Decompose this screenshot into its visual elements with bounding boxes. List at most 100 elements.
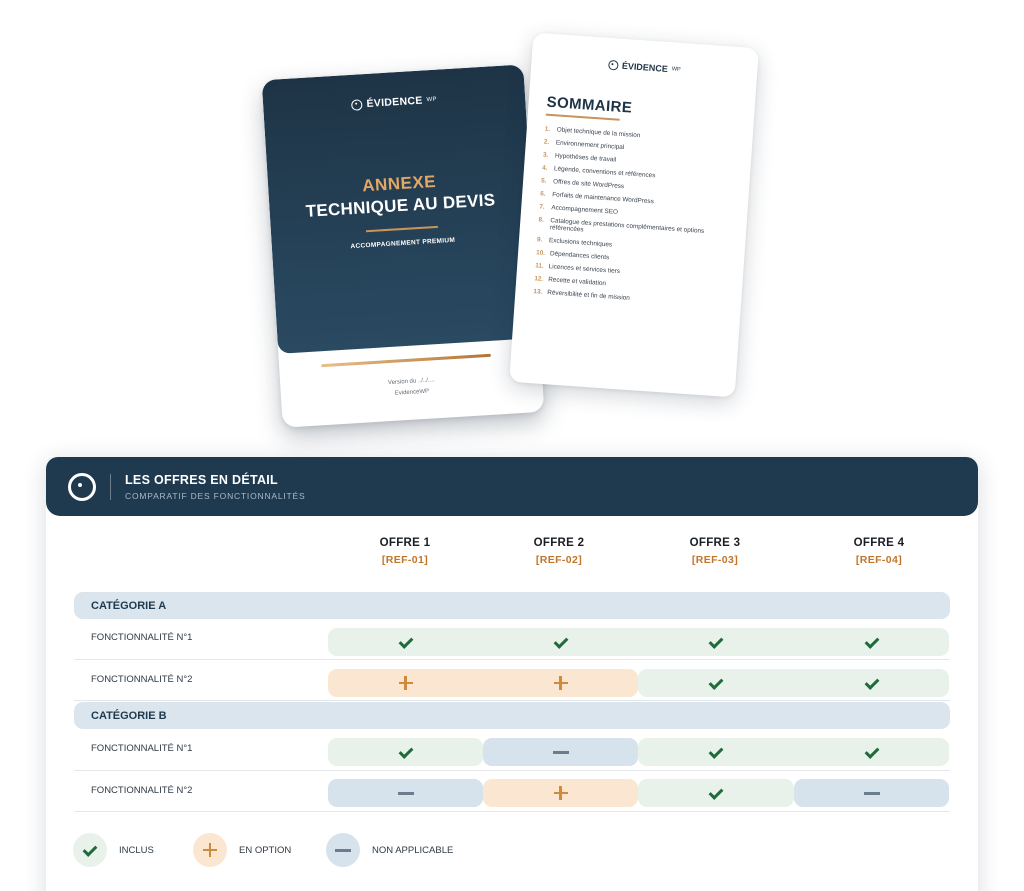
offer-header-3: OFFRE 3 [REF-03] [640,537,790,566]
feature-cell-included [794,738,949,766]
cover-logo-text: ÉVIDENCE [366,94,423,110]
summary-item-number: 7. [539,203,545,211]
check-icon [708,744,724,760]
panel-header: LES OFFRES EN DÉTAIL COMPARATIF DES FONC… [46,457,978,516]
category-label: CATÉGORIE B [91,710,167,722]
category-row-a: CATÉGORIE A [74,592,950,619]
feature-label: FONCTIONNALITÉ N°2 [91,674,193,685]
offer-ref: [REF-02] [535,554,583,566]
check-icon [864,675,880,691]
summary-item-number: 1. [544,125,551,133]
summary-item-number: 11. [534,262,544,271]
brand-logo-icon [68,473,96,501]
check-icon [708,785,724,801]
feature-cell-option [483,779,638,807]
offer-name: OFFRE 3 [689,537,741,549]
summary-logo-text: ÉVIDENCE [621,60,669,74]
category-label: CATÉGORIE A [91,600,167,612]
offer-ref: [REF-03] [691,554,739,566]
summary-item-number: 4. [541,164,548,172]
offer-name: OFFRE 4 [853,537,905,549]
legend-not-applicable: NON APPLICABLE [326,833,453,867]
offers-comparison-panel: LES OFFRES EN DÉTAIL COMPARATIF DES FONC… [46,457,978,891]
summary-item-number: 8. [538,216,545,224]
summary-item-number: 6. [540,190,546,198]
header-separator [110,474,111,500]
feature-cell-na [328,779,483,807]
offer-header-1: OFFRE 1 [REF-01] [330,537,480,566]
offer-name: OFFRE 2 [533,537,585,549]
check-icon [864,744,880,760]
category-row-b: CATÉGORIE B [74,702,950,729]
check-icon [708,675,724,691]
legend-label: EN OPTION [239,844,292,856]
cover-document-card: ÉVIDENCE WP ANNEXE TECHNIQUE AU DEVIS ACC… [261,64,545,428]
plus-icon [398,675,414,691]
cover-subtitle: ACCOMPAGNEMENT PREMIUM [350,236,456,251]
summary-item-text: Objet technique de la mission [556,126,641,140]
summary-item-number: 2. [543,138,550,146]
summary-item-text: Environnement principal [555,139,625,152]
summary-item-text: Hypothèses de travail [554,152,617,164]
cover-logo: ÉVIDENCE WP [263,88,525,116]
feature-cell-included [328,628,483,656]
summary-item-text: Licences et services tiers [548,263,621,276]
feature-cell-option [483,669,638,697]
minus-icon [863,785,880,801]
legend-included: INCLUS [73,833,154,867]
feature-cell-included [638,779,794,807]
summary-item-text: Exclusions techniques [548,237,613,250]
offer-name: OFFRE 1 [379,537,431,549]
check-icon [398,634,414,650]
offer-header-2: OFFRE 2 [REF-02] [484,537,634,566]
summary-item-text: Accompagnement SEO [551,204,619,216]
summary-item-text: Forfaits de maintenance WordPress [551,191,655,206]
brand-logo-icon [351,98,363,111]
legend-included-badge [73,833,107,867]
check-icon [553,634,569,650]
summary-list: 1. Objet technique de la mission 2. Environ… [533,126,745,316]
cover-header-block: ÉVIDENCE WP ANNEXE TECHNIQUE AU DEVIS ACC… [261,64,540,354]
minus-icon [397,785,414,801]
page: { "colors": { "navy": "#1f3a4f", "accent… [0,0,1024,891]
check-icon [864,634,880,650]
summary-logo-suffix: WP [671,66,681,73]
summary-item-text: Recette et validation [547,276,607,288]
feature-cell-included [638,628,794,656]
offer-header-4: OFFRE 4 [REF-04] [804,537,954,566]
feature-label: FONCTIONNALITÉ N°1 [91,632,193,643]
check-icon [82,842,98,858]
legend-option: EN OPTION [193,833,291,867]
feature-cell-na [483,738,638,766]
panel-title: LES OFFRES EN DÉTAIL [125,473,278,487]
plus-icon [202,842,218,858]
feature-cell-included [794,669,949,697]
summary-item-text: Légende, conventions et références [553,165,656,180]
minus-icon [552,744,569,760]
feature-label: FONCTIONNALITÉ N°2 [91,785,193,796]
row-divider [74,659,950,660]
feature-cell-included [638,738,794,766]
summary-item-text: Dépendances clients [549,250,610,262]
offer-ref: [REF-04] [855,554,903,566]
summary-item-number: 13. [533,288,543,297]
summary-item-number: 5. [540,177,547,185]
feature-cell-included [328,738,483,766]
legend-na-badge [326,833,360,867]
feature-cell-na [794,779,949,807]
legend-option-badge [193,833,227,867]
brand-logo-icon [607,59,619,71]
row-divider [74,770,950,771]
summary-title: SOMMAIRE [546,93,633,117]
summary-item-number: 12. [534,275,544,284]
summary-logo: ÉVIDENCE WP [531,54,757,80]
feature-cell-option [328,669,483,697]
feature-cell-included [638,669,794,697]
row-divider [74,700,950,701]
legend-label: NON APPLICABLE [372,844,454,856]
plus-icon [553,785,569,801]
summary-item-number: 9. [536,236,543,245]
offer-ref: [REF-01] [381,554,429,566]
legend-label: INCLUS [119,844,154,856]
feature-cell-included [483,628,638,656]
